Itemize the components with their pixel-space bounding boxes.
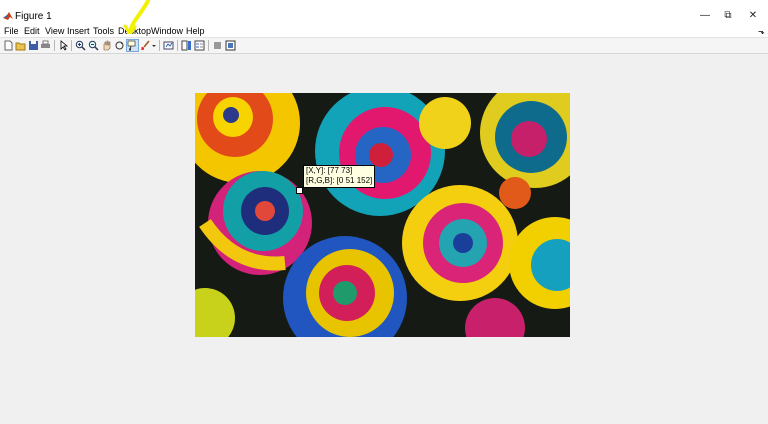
new-figure-icon[interactable] — [3, 40, 14, 51]
menu-bar: File Edit View Insert Tools Desktop Wind… — [0, 26, 768, 37]
window-title: Figure 1 — [15, 11, 52, 22]
minimize-button[interactable]: — — [695, 8, 715, 24]
brush-icon[interactable] — [140, 40, 151, 51]
figure-toolbar — [0, 37, 768, 54]
matlab-logo-icon — [3, 12, 13, 20]
displayed-image[interactable] — [195, 93, 570, 337]
data-cursor-icon[interactable] — [126, 39, 139, 52]
link-plot-icon[interactable] — [163, 40, 174, 51]
toolbar-separator — [208, 40, 209, 51]
highlight-arrow-icon — [123, 0, 150, 34]
insert-colorbar-icon[interactable] — [181, 40, 192, 51]
brush-dropdown-icon[interactable] — [151, 40, 162, 51]
zoom-out-icon[interactable] — [88, 40, 99, 51]
toolbar-separator — [54, 40, 55, 51]
datatip-rgb: [R,G,B]: [0 51 152] — [306, 176, 373, 185]
menu-help[interactable]: Help — [186, 26, 205, 37]
menu-tools[interactable]: Tools — [93, 26, 114, 37]
datatip-marker[interactable] — [296, 187, 303, 194]
dock-arrow-icon[interactable]: ⬎ — [758, 26, 765, 37]
zoom-in-icon[interactable] — [75, 40, 86, 51]
toolbar-separator — [159, 40, 160, 51]
datatip[interactable]: [X,Y]: [77 73] [R,G,B]: [0 51 152] — [303, 165, 376, 188]
save-icon[interactable] — [28, 40, 39, 51]
menu-window[interactable]: Window — [151, 26, 183, 37]
close-button[interactable]: ✕ — [743, 8, 763, 24]
toolbar-separator — [71, 40, 72, 51]
show-plot-tools-icon[interactable] — [225, 40, 236, 51]
title-bar: Figure 1 — ⧉ ✕ — [0, 0, 768, 26]
insert-legend-icon[interactable] — [194, 40, 205, 51]
maximize-button[interactable]: ⧉ — [718, 8, 738, 24]
toolbar-separator — [177, 40, 178, 51]
menu-file[interactable]: File — [4, 26, 19, 37]
menu-edit[interactable]: Edit — [24, 26, 40, 37]
menu-view[interactable]: View — [45, 26, 64, 37]
print-icon[interactable] — [40, 40, 51, 51]
rotate-3d-icon[interactable] — [114, 40, 125, 51]
select-pointer-icon[interactable] — [58, 40, 69, 51]
pan-hand-icon[interactable] — [101, 40, 112, 51]
open-file-icon[interactable] — [15, 40, 26, 51]
menu-insert[interactable]: Insert — [67, 26, 90, 37]
datatip-xy: [X,Y]: [77 73] — [306, 166, 353, 175]
hide-plot-tools-icon[interactable] — [212, 40, 223, 51]
